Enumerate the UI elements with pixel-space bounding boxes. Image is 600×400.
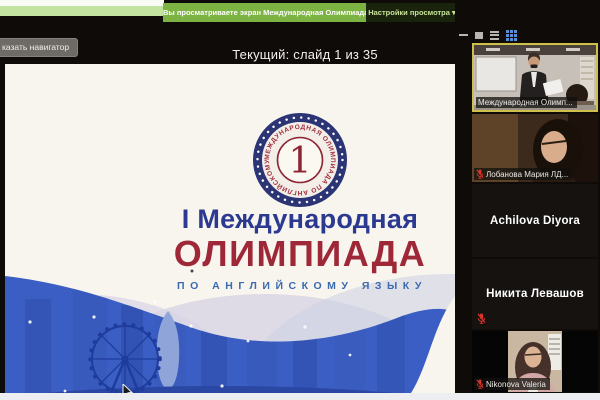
- slide-subtitle: ПО АНГЛИЙСКОМУ ЯЗЫКУ: [177, 280, 427, 292]
- mic-muted-icon: [476, 379, 484, 389]
- strip-view-icon[interactable]: [490, 30, 499, 40]
- zoom-screenshare-window: Вы просматриваете экран Международная Ол…: [0, 0, 600, 400]
- minimize-icon[interactable]: [459, 34, 468, 36]
- participant-name: Achilova Diyora: [490, 214, 580, 227]
- video-panel-controls: [459, 29, 517, 41]
- slide-title-line2: ОЛИМПИАДА: [173, 233, 427, 274]
- slide-title-line1: I Международная: [181, 204, 419, 234]
- mic-muted-icon: [477, 313, 486, 324]
- video-panel: Международная Олимп... Лобанова Мария ЛД…: [455, 0, 600, 393]
- cursor-arrow-icon: [122, 384, 134, 393]
- shared-slide: МЕЖДУНАРОДНАЯ ОЛИМПИАДА ПО АНГЛИЙСКОМУ Я…: [5, 64, 455, 393]
- seal-number: 1: [289, 141, 312, 182]
- participant-tile[interactable]: Никита Левашов: [472, 259, 598, 329]
- participant-tile[interactable]: Международная Олимп...: [472, 43, 598, 112]
- view-options-button[interactable]: Настройки просмотра ▾: [366, 3, 458, 22]
- participant-tile[interactable]: Nikonova Valeria: [472, 331, 598, 392]
- slide-counter: Текущий: слайд 1 из 35: [232, 47, 378, 62]
- ferris-wheel-icon: [88, 322, 162, 393]
- participant-name-label: Лобанова Мария ЛД...: [474, 168, 573, 180]
- bottom-edge-strip: [0, 393, 600, 400]
- share-border-strip: [0, 6, 164, 16]
- participant-name: Никита Левашов: [486, 288, 584, 300]
- participant-tile[interactable]: Лобанова Мария ЛД...: [472, 114, 598, 182]
- view-options-label: Настройки просмотра: [368, 8, 450, 17]
- speaker-view-icon[interactable]: [475, 31, 483, 39]
- show-navigator-button[interactable]: казать навигатор: [0, 38, 79, 57]
- participant-name-label: Международная Олимп...: [476, 97, 577, 108]
- share-banner-message: Вы просматриваете экран Международная Ол…: [163, 3, 366, 22]
- gallery-view-icon[interactable]: [506, 29, 517, 41]
- participant-tile[interactable]: Achilova Diyora: [472, 184, 598, 257]
- olympiad-seal: МЕЖДУНАРОДНАЯ ОЛИМПИАДА ПО АНГЛИЙСКОМУ Я…: [252, 112, 347, 207]
- participant-name-label: Nikonova Valeria: [474, 378, 550, 390]
- mic-muted-icon: [476, 169, 484, 179]
